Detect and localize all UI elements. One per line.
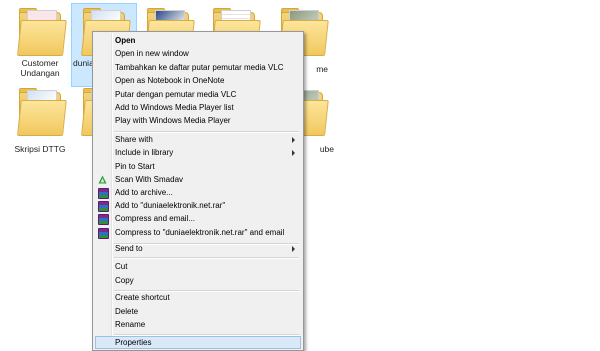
menu-item-label: Compress to "duniaelektronik.net.rar" an… [115,228,285,237]
menu-item-label: Properties [115,338,152,347]
menu-item-label: Cut [115,262,128,271]
menu-item-label: Putar dengan pemutar media VLC [115,90,237,99]
menu-item-add-to-rar[interactable]: Add to "duniaelektronik.net.rar" [95,199,301,212]
menu-item-label: Open [115,36,136,45]
menu-item-rename[interactable]: Rename [95,318,301,331]
winrar-icon [98,214,109,225]
menu-item-delete[interactable]: Delete [95,305,301,318]
menu-item-label: Include in library [115,148,174,157]
winrar-icon [98,228,109,239]
menu-separator [114,257,299,259]
menu-item-label: Compress and email... [115,214,196,223]
folder-customer-undangan[interactable]: Customer Undangan [8,6,72,78]
menu-item-vlc-play[interactable]: Putar dengan pemutar media VLC [95,88,301,101]
folder-skripsi-dttg[interactable]: Skripsi DTTG [8,86,72,154]
folder-label: Skripsi DTTG [14,144,66,154]
menu-item-pin-to-start[interactable]: Pin to Start [95,160,301,173]
smadav-icon [98,175,107,184]
menu-item-compress-email[interactable]: Compress and email... [95,212,301,225]
menu-item-label: Scan With Smadav [115,175,184,184]
menu-item-wmp-play[interactable]: Play with Windows Media Player [95,114,301,127]
menu-item-label: Play with Windows Media Player [115,116,231,125]
menu-item-label: Add to archive... [115,188,173,197]
menu-item-open[interactable]: Open [95,34,301,47]
folder-label: Customer Undangan [20,58,60,78]
menu-item-label: Share with [115,135,153,144]
submenu-arrow-icon [292,150,295,156]
menu-item-label: Send to [115,244,143,253]
menu-item-open-onenote[interactable]: Open as Notebook in OneNote [95,74,301,87]
folder-icon [17,6,67,56]
menu-item-label: Pin to Start [115,162,155,171]
menu-item-compress-rar-email[interactable]: Compress to "duniaelektronik.net.rar" an… [95,226,301,239]
menu-item-scan-smadav[interactable]: Scan With Smadav [95,173,301,186]
folder-icon [17,86,67,136]
context-menu: Open Open in new window Tambahkan ke daf… [92,31,304,351]
menu-item-add-to-archive[interactable]: Add to archive... [95,186,301,199]
menu-item-label: Rename [115,320,146,329]
menu-item-label: Tambahkan ke daftar putar pemutar media … [115,63,284,72]
menu-item-include-in-library[interactable]: Include in library [95,146,301,159]
winrar-icon [98,201,109,212]
menu-item-label: Copy [115,276,134,285]
menu-item-properties[interactable]: Properties [95,336,301,349]
menu-item-wmp-add-list[interactable]: Add to Windows Media Player list [95,101,301,114]
menu-item-vlc-add-playlist[interactable]: Tambahkan ke daftar putar pemutar media … [95,61,301,74]
menu-item-label: Add to "duniaelektronik.net.rar" [115,201,226,210]
menu-item-cut[interactable]: Cut [95,260,301,273]
menu-item-label: Open as Notebook in OneNote [115,76,225,85]
menu-item-label: Open in new window [115,49,189,58]
menu-item-open-new-window[interactable]: Open in new window [95,47,301,60]
menu-item-share-with[interactable]: Share with [95,133,301,146]
winrar-icon [98,188,109,199]
menu-item-create-shortcut[interactable]: Create shortcut [95,291,301,304]
menu-item-label: Add to Windows Media Player list [115,103,234,112]
menu-item-label: Delete [115,307,139,316]
submenu-arrow-icon [292,246,295,252]
menu-item-copy[interactable]: Copy [95,274,301,287]
submenu-arrow-icon [292,137,295,143]
menu-item-send-to[interactable]: Send to [95,242,301,255]
menu-item-label: Create shortcut [115,293,170,302]
